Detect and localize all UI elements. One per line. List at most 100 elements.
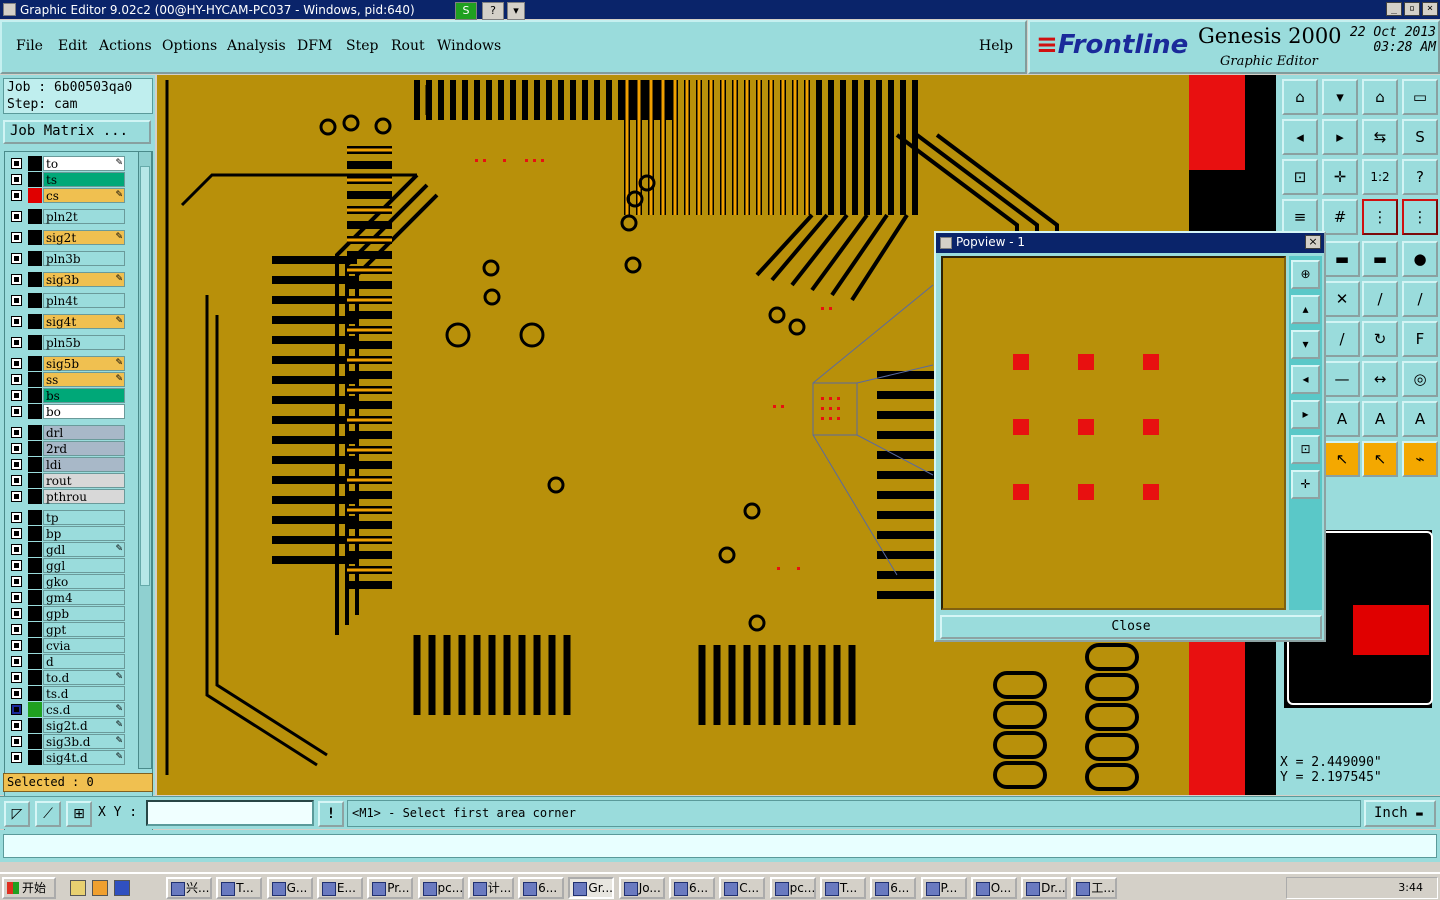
layer-row-gpt[interactable]: gpt: [7, 622, 127, 637]
layer-color-swatch[interactable]: [28, 457, 42, 472]
layer-scrollbar[interactable]: [138, 151, 152, 769]
snap2-icon[interactable]: ⋮: [1402, 199, 1438, 235]
measure-tool-icon[interactable]: ⟋: [35, 801, 61, 827]
restore-button[interactable]: ▫: [1404, 2, 1420, 16]
select-icon[interactable]: ↖: [1324, 441, 1360, 477]
layer-name[interactable]: bp: [43, 526, 125, 541]
help-icon[interactable]: ?: [482, 2, 504, 20]
pv-center-icon[interactable]: ✛: [1291, 470, 1320, 499]
route-icon[interactable]: S: [1402, 119, 1438, 155]
layer-color-swatch[interactable]: [28, 230, 42, 245]
layer-checkbox[interactable]: [11, 158, 22, 169]
layer-row-to-d[interactable]: to.d ✎: [7, 670, 127, 685]
layer-name[interactable]: rout: [43, 473, 125, 488]
taskbar-app[interactable]: O...: [970, 877, 1017, 899]
layer-name[interactable]: gdl: [43, 542, 125, 557]
layer-name[interactable]: bs: [43, 388, 125, 403]
layer-row-cvia[interactable]: cvia: [7, 638, 127, 653]
layer-row-bs[interactable]: bs: [7, 388, 127, 403]
layer-color-swatch[interactable]: [28, 734, 42, 749]
pv-left-icon[interactable]: ◂: [1291, 365, 1320, 394]
layer-row-pln2t[interactable]: pln2t: [7, 209, 127, 224]
layer-row-sig5b[interactable]: sig5b ✎: [7, 356, 127, 371]
select2-icon[interactable]: ↖: [1362, 441, 1398, 477]
dropdown-icon[interactable]: ▾: [507, 2, 525, 20]
center-icon[interactable]: ✛: [1322, 159, 1358, 195]
menu-step[interactable]: Step: [346, 38, 378, 54]
layer-checkbox[interactable]: [11, 337, 22, 348]
layer-name[interactable]: to: [43, 156, 125, 171]
layer-name[interactable]: ldi: [43, 457, 125, 472]
swap-icon[interactable]: ⇆: [1362, 119, 1398, 155]
taskbar-app[interactable]: Jo...: [618, 877, 665, 899]
layer-color-swatch[interactable]: [28, 526, 42, 541]
layer-row-rout[interactable]: rout: [7, 473, 127, 488]
arc-icon[interactable]: ↻: [1362, 321, 1398, 357]
delete-icon[interactable]: ✕: [1324, 281, 1360, 317]
layer-color-swatch[interactable]: [28, 441, 42, 456]
layer-color-swatch[interactable]: [28, 489, 42, 504]
layer-checkbox[interactable]: [11, 190, 22, 201]
layer-color-swatch[interactable]: [28, 356, 42, 371]
layer-name[interactable]: cvia: [43, 638, 125, 653]
layer-name[interactable]: sig2t: [43, 230, 125, 245]
line2-icon[interactable]: /: [1402, 281, 1438, 317]
layer-row-gko[interactable]: gko: [7, 574, 127, 589]
popview-close-icon[interactable]: ×: [1305, 235, 1321, 249]
layer-row-pln4t[interactable]: pln4t: [7, 293, 127, 308]
layer-checkbox[interactable]: [11, 374, 22, 385]
layer-color-swatch[interactable]: [28, 388, 42, 403]
pv-up-icon[interactable]: ▴: [1291, 295, 1320, 324]
layer-color-swatch[interactable]: [28, 718, 42, 733]
layer-name[interactable]: sig4t.d: [43, 750, 125, 765]
layer-name[interactable]: gko: [43, 574, 125, 589]
layer-color-swatch[interactable]: [28, 574, 42, 589]
layer-name[interactable]: to.d: [43, 670, 125, 685]
layer-color-swatch[interactable]: [28, 606, 42, 621]
taskbar-app[interactable]: 计...: [467, 877, 514, 899]
layer-row-d[interactable]: d: [7, 654, 127, 669]
warning-icon[interactable]: !: [318, 801, 344, 827]
layer-row-sig3b-d[interactable]: sig3b.d ✎: [7, 734, 127, 749]
layer-checkbox[interactable]: [11, 295, 22, 306]
layer-row-2rd[interactable]: 2rd: [7, 441, 127, 456]
layer-checkbox[interactable]: [11, 672, 22, 683]
taskbar-app[interactable]: 兴...: [166, 877, 212, 899]
layer-color-swatch[interactable]: [28, 686, 42, 701]
layer-name[interactable]: gpt: [43, 622, 125, 637]
layer-checkbox[interactable]: [11, 608, 22, 619]
menu-file[interactable]: File: [16, 38, 43, 54]
layer-row-ldi[interactable]: ldi: [7, 457, 127, 472]
taskbar-app[interactable]: 6...: [870, 877, 917, 899]
menu-analysis[interactable]: Analysis: [227, 38, 286, 54]
layer-color-swatch[interactable]: [28, 425, 42, 440]
home-icon[interactable]: ⌂: [1362, 79, 1398, 115]
pan-right-icon[interactable]: ▸: [1322, 119, 1358, 155]
pv-fit-icon[interactable]: ⊡: [1291, 435, 1320, 464]
taskbar-app[interactable]: 6...: [669, 877, 715, 899]
layer-row-pln5b[interactable]: pln5b: [7, 335, 127, 350]
layer-checkbox[interactable]: [11, 253, 22, 264]
layer-name[interactable]: cs: [43, 188, 125, 203]
layer-row-cs[interactable]: cs ✎: [7, 188, 127, 203]
layer-color-swatch[interactable]: [28, 542, 42, 557]
layer-color-swatch[interactable]: [28, 188, 42, 203]
layer-name[interactable]: pln5b: [43, 335, 125, 350]
popview-canvas[interactable]: [941, 256, 1286, 610]
popview-titlebar[interactable]: Popview - 1 ×: [936, 233, 1324, 253]
layer-name[interactable]: bo: [43, 404, 125, 419]
draw-icon[interactable]: /: [1324, 321, 1360, 357]
taskbar-app[interactable]: pc...: [417, 877, 464, 899]
settings-icon[interactable]: ≡: [1282, 199, 1318, 235]
layer-row-sig4t[interactable]: sig4t ✎: [7, 314, 127, 329]
layer-color-swatch[interactable]: [28, 702, 42, 717]
layer-checkbox[interactable]: [11, 560, 22, 571]
taskbar-app[interactable]: E...: [316, 877, 363, 899]
minimize-button[interactable]: _: [1386, 2, 1402, 16]
layer-name[interactable]: cs.d: [43, 702, 125, 717]
layer-name[interactable]: ts.d: [43, 686, 125, 701]
taskbar-app[interactable]: C...: [719, 877, 766, 899]
letter-a3-icon[interactable]: A: [1402, 401, 1438, 437]
xy-input[interactable]: [146, 800, 314, 826]
menu-dfm[interactable]: DFM: [297, 38, 332, 54]
